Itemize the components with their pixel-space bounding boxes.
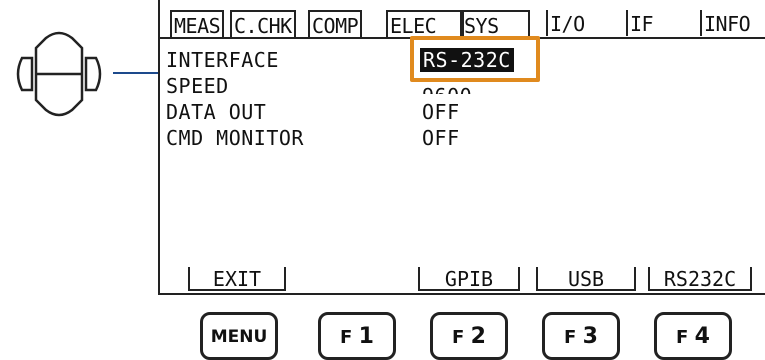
f1-key-number: 1	[358, 324, 374, 349]
f4-key-number: 4	[694, 324, 710, 349]
softkey-usb[interactable]: USB	[536, 267, 636, 291]
f4-key-prefix: F	[676, 327, 689, 348]
softkey-gpib[interactable]: GPIB	[418, 267, 520, 291]
setting-label-cmd-monitor: CMD MONITOR	[166, 126, 304, 150]
setting-value-cmd-monitor[interactable]: OFF	[422, 126, 460, 150]
tab-c-chk[interactable]: C.CHK	[230, 10, 296, 38]
setting-label-speed: SPEED	[166, 74, 229, 98]
lcd-screen: MEAS C.CHK COMP ELEC SYS I/O IF INFO INT…	[158, 0, 765, 295]
tab-comp[interactable]: COMP	[308, 10, 363, 38]
tab-bar: MEAS C.CHK COMP ELEC SYS I/O IF INFO	[160, 10, 765, 38]
setting-label-data-out: DATA OUT	[166, 100, 267, 124]
rocker-key-icon[interactable]	[0, 26, 110, 122]
f3-key-prefix: F	[564, 327, 577, 348]
f1-key-prefix: F	[340, 327, 353, 348]
tab-info[interactable]: INFO	[700, 10, 751, 36]
setting-value-data-out[interactable]: OFF	[422, 100, 460, 124]
setting-value-speed[interactable]: 9600	[422, 84, 472, 94]
f2-key-prefix: F	[452, 327, 465, 348]
f3-key-number: 3	[582, 324, 598, 349]
tab-meas[interactable]: MEAS	[170, 10, 225, 38]
setting-label-interface: INTERFACE	[166, 48, 279, 72]
tab-elec[interactable]: ELEC	[386, 10, 464, 38]
interface-callout-frame	[410, 36, 540, 82]
softkey-exit[interactable]: EXIT	[188, 267, 286, 291]
tab-sys[interactable]: SYS	[460, 10, 530, 38]
tab-if[interactable]: IF	[626, 10, 654, 36]
tab-io[interactable]: I/O	[546, 10, 585, 36]
f2-key-number: 2	[470, 324, 486, 349]
softkey-rs232c[interactable]: RS232C	[648, 267, 752, 291]
